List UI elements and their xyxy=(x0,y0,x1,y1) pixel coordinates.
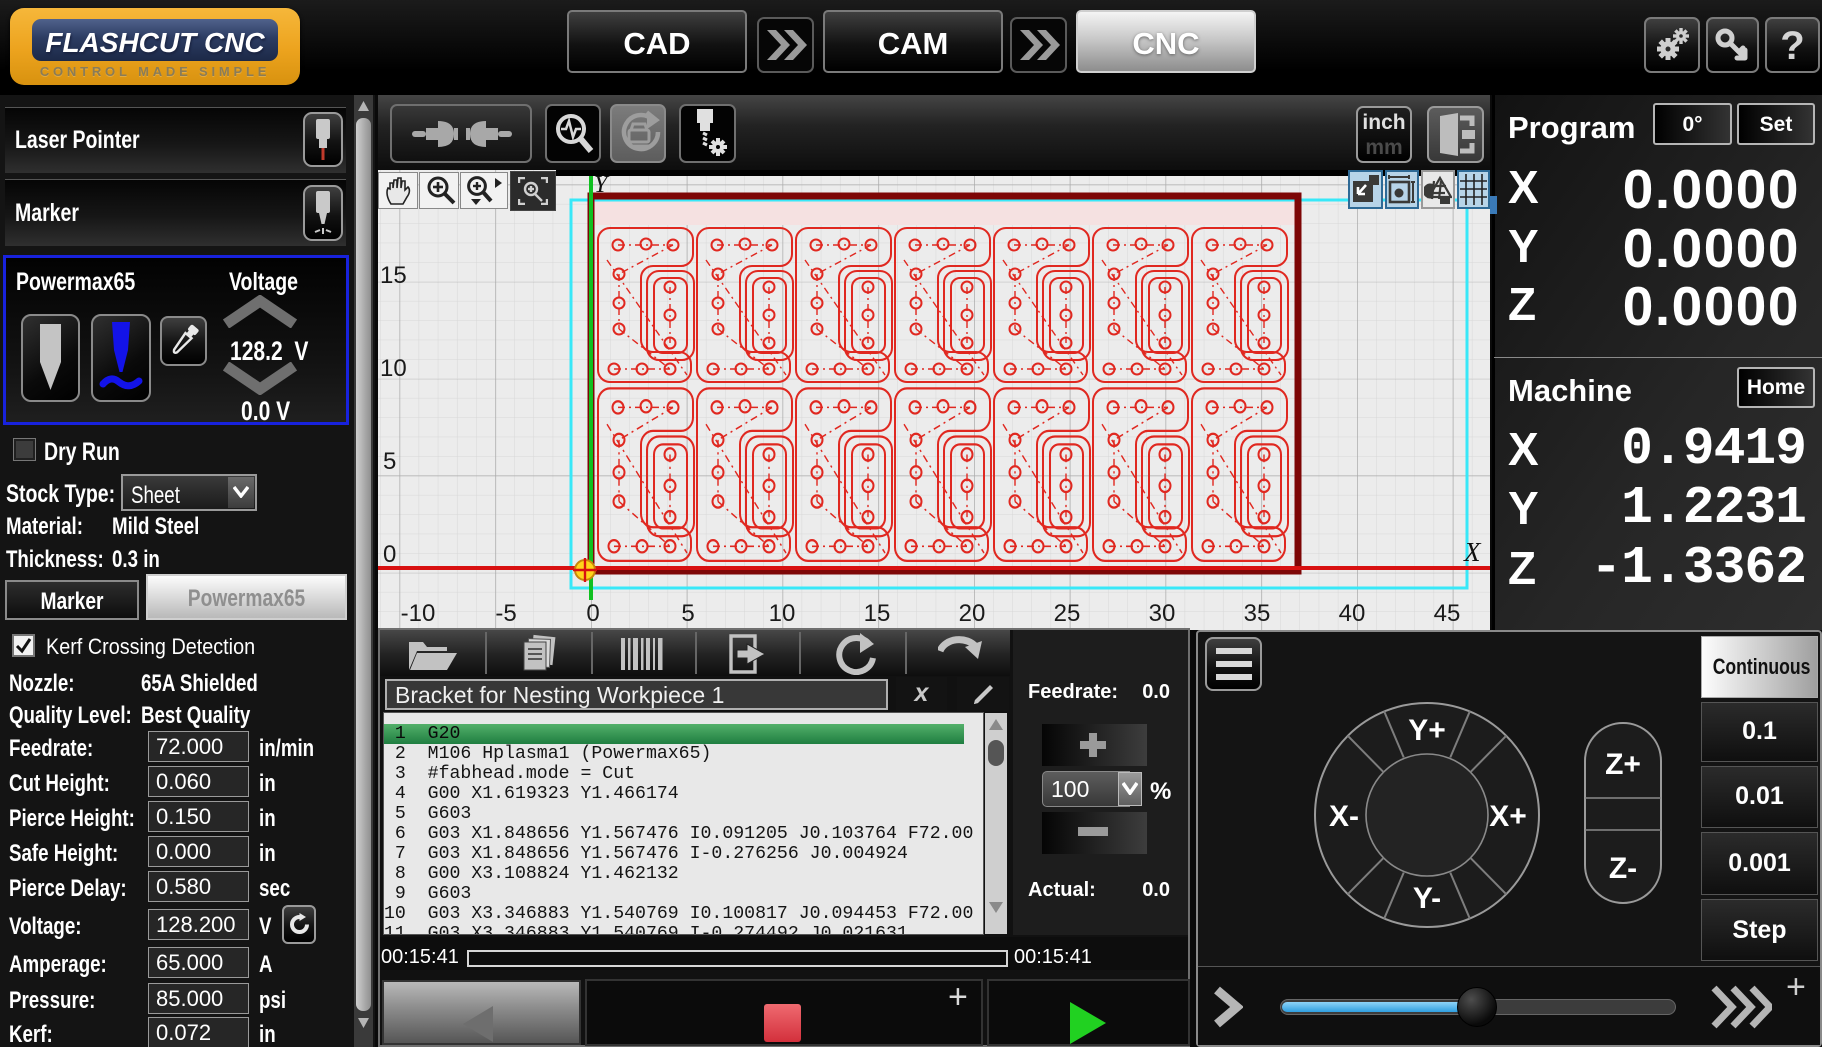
svg-text:X: X xyxy=(1463,537,1482,567)
svg-text:0: 0 xyxy=(383,541,396,568)
svg-text:10: 10 xyxy=(380,355,407,382)
svg-text:-5: -5 xyxy=(495,600,516,627)
svg-text:30: 30 xyxy=(1149,600,1176,627)
svg-text:10: 10 xyxy=(769,600,796,627)
svg-text:35: 35 xyxy=(1244,600,1271,627)
svg-text:20: 20 xyxy=(959,600,986,627)
svg-text:Y-: Y- xyxy=(1413,882,1441,915)
svg-text:0: 0 xyxy=(586,600,599,627)
svg-text:X-: X- xyxy=(1329,800,1359,833)
svg-text:Y+: Y+ xyxy=(1408,714,1446,747)
svg-text:15: 15 xyxy=(864,600,891,627)
svg-text:45: 45 xyxy=(1434,600,1461,627)
svg-text:Z+: Z+ xyxy=(1605,748,1641,781)
svg-text:5: 5 xyxy=(383,448,396,475)
svg-text:40: 40 xyxy=(1339,600,1366,627)
svg-text:-10: -10 xyxy=(401,600,436,627)
svg-text:Z-: Z- xyxy=(1609,852,1637,885)
svg-text:5: 5 xyxy=(681,600,694,627)
svg-text:X+: X+ xyxy=(1489,800,1527,833)
svg-text:25: 25 xyxy=(1054,600,1081,627)
svg-text:15: 15 xyxy=(380,262,407,289)
